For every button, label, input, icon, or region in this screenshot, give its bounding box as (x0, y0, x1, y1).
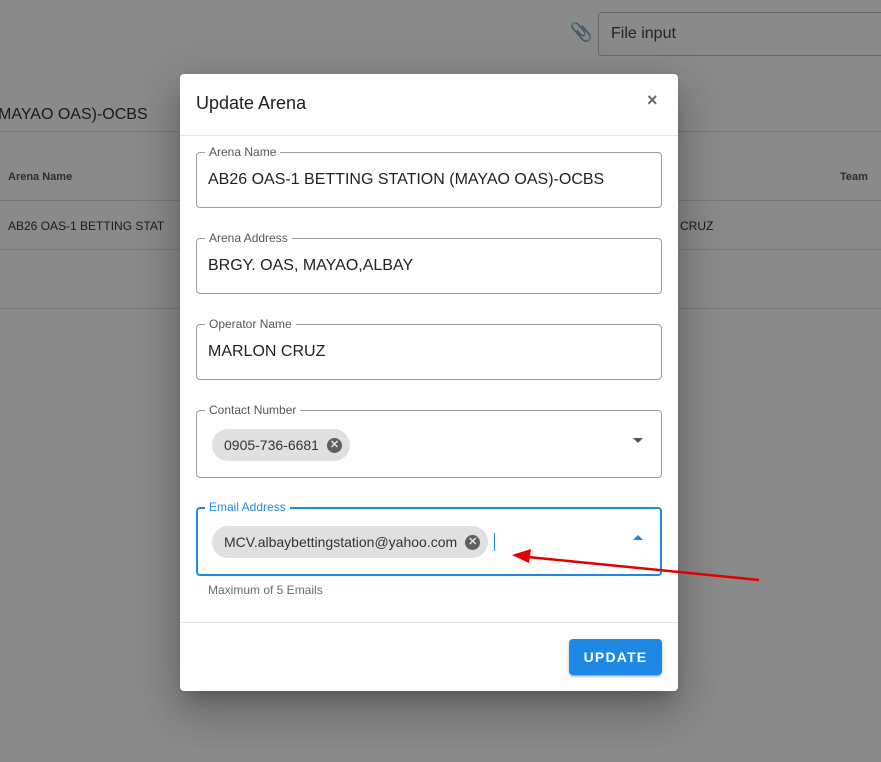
dialog-title: Update Arena (196, 93, 307, 113)
contact-number-label: Contact Number (205, 403, 301, 417)
arena-address-value: BRGY. OAS, MAYAO,ALBAY (208, 257, 414, 274)
chip-remove-icon[interactable]: ✕ (326, 437, 342, 453)
operator-name-value: MARLON CRUZ (208, 343, 326, 360)
arena-name-label: Arena Name (205, 145, 281, 159)
email-address-label: Email Address (205, 500, 290, 514)
email-hint: Maximum of 5 Emails (208, 583, 323, 597)
close-icon[interactable]: × (647, 90, 658, 111)
arena-name-field[interactable]: Arena Name AB26 OAS-1 BETTING STATION (M… (196, 145, 662, 208)
chip-label: 0905-736-6681 (224, 437, 319, 453)
update-arena-dialog: Update Arena × Arena Name AB26 OAS-1 BET… (180, 74, 678, 691)
text-cursor (494, 533, 495, 551)
arena-name-value: AB26 OAS-1 BETTING STATION (MAYAO OAS)-O… (208, 171, 605, 188)
email-chip[interactable]: MCV.albaybettingstation@yahoo.com ✕ (212, 526, 489, 558)
contact-number-chip[interactable]: 0905-736-6681 ✕ (212, 429, 350, 461)
arena-address-field[interactable]: Arena Address BRGY. OAS, MAYAO,ALBAY (196, 231, 662, 294)
chevron-up-icon[interactable] (633, 535, 643, 540)
chip-label: MCV.albaybettingstation@yahoo.com (224, 534, 458, 550)
chip-remove-icon[interactable]: ✕ (465, 534, 481, 550)
update-button[interactable]: UPDATE (569, 639, 662, 675)
contact-number-field[interactable]: Contact Number 0905-736-6681 ✕ (196, 403, 662, 478)
operator-name-field[interactable]: Operator Name MARLON CRUZ (196, 317, 662, 380)
arena-address-label: Arena Address (205, 231, 292, 245)
operator-name-label: Operator Name (205, 317, 296, 331)
chevron-down-icon[interactable] (633, 438, 643, 443)
dialog-footer-divider (180, 622, 678, 623)
dialog-header-divider (180, 135, 678, 136)
email-address-field[interactable]: Email Address MCV.albaybettingstation@ya… (196, 500, 662, 576)
